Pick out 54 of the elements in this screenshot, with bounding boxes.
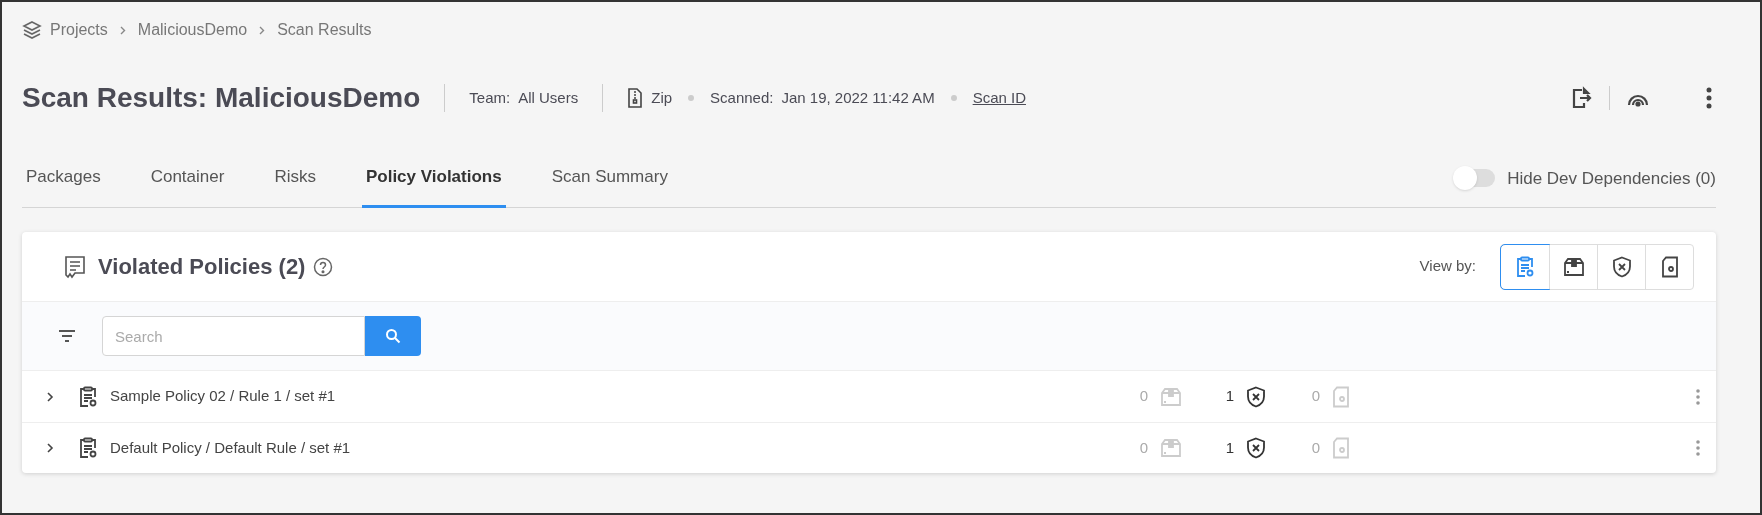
search-button[interactable] bbox=[365, 316, 421, 356]
team-label: Team: bbox=[469, 87, 511, 108]
document-icon bbox=[1332, 385, 1350, 408]
chevron-icon bbox=[259, 25, 266, 35]
chevron-icon bbox=[119, 25, 126, 35]
toggle-label: Hide Dev Dependencies (0) bbox=[1507, 167, 1716, 190]
shield-x-icon bbox=[1246, 385, 1266, 408]
help-icon[interactable] bbox=[313, 256, 334, 277]
tab[interactable]: Container bbox=[146, 163, 229, 208]
filter-icon[interactable] bbox=[58, 329, 76, 343]
shield-x-icon bbox=[1246, 437, 1266, 459]
search-field[interactable]: Search bbox=[102, 316, 365, 356]
clipboard-icon bbox=[1515, 255, 1535, 278]
count: 0 bbox=[1139, 386, 1148, 407]
policy-name[interactable]: Default Policy / Default Rule / set #1 bbox=[110, 436, 351, 460]
dot-separator bbox=[950, 95, 957, 101]
tab[interactable]: Risks bbox=[270, 163, 320, 208]
toggle-switch[interactable] bbox=[1455, 169, 1496, 188]
breadcrumb-link[interactable]: MaliciousDemo bbox=[137, 18, 248, 42]
team-value: All Users bbox=[518, 87, 579, 108]
box-icon bbox=[1160, 438, 1182, 458]
source-type: Zip bbox=[651, 87, 673, 108]
dot-separator bbox=[688, 95, 695, 101]
search-icon bbox=[385, 328, 401, 344]
view-by-label: View by: bbox=[1419, 256, 1476, 277]
zip-file-icon bbox=[627, 88, 644, 108]
clipboard-icon bbox=[78, 385, 98, 408]
tab[interactable]: Policy Violations bbox=[361, 163, 506, 208]
count: 1 bbox=[1225, 437, 1234, 458]
panel-title: Violated Policies (2) bbox=[98, 253, 306, 281]
page-title: Scan Results: MaliciousDemo bbox=[22, 81, 421, 115]
tab[interactable]: Packages bbox=[22, 163, 105, 208]
count: 1 bbox=[1225, 386, 1234, 407]
chevron-icon[interactable] bbox=[44, 442, 56, 454]
count: 0 bbox=[1311, 437, 1320, 458]
box-icon bbox=[1562, 256, 1585, 277]
policy-name[interactable]: Sample Policy 02 / Rule 1 / set #1 bbox=[110, 385, 336, 408]
more-options-icon[interactable] bbox=[1706, 87, 1712, 109]
document-icon bbox=[1332, 437, 1350, 459]
layers-icon bbox=[22, 20, 42, 40]
breadcrumb-link[interactable]: Scan Results bbox=[277, 18, 372, 42]
box-icon bbox=[1160, 386, 1182, 407]
scan-id-link[interactable]: Scan ID bbox=[972, 86, 1026, 110]
breadcrumb-link[interactable]: Projects bbox=[50, 18, 108, 42]
receipt-icon bbox=[64, 254, 86, 279]
count: 0 bbox=[1139, 437, 1148, 458]
document-icon bbox=[1660, 255, 1679, 278]
scanned-date: Jan 19, 2022 11:42 AM bbox=[781, 87, 935, 108]
shield-x-icon bbox=[1611, 255, 1632, 278]
clipboard-icon bbox=[78, 437, 98, 459]
tab[interactable]: Scan Summary bbox=[547, 163, 672, 208]
scanned-label: Scanned: bbox=[710, 87, 774, 108]
count: 0 bbox=[1311, 386, 1320, 407]
chevron-icon[interactable] bbox=[44, 390, 56, 403]
